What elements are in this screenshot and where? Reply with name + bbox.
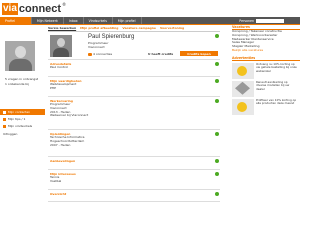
avatar-head (15, 46, 26, 58)
main-content: Versie bewerken Mijn profiel afbeelding … (48, 25, 220, 240)
sidebar-item-label: Mijn vindsurkels (8, 124, 33, 128)
section-line: 2007 - Heden (50, 142, 71, 147)
discount-badge-icon (232, 98, 254, 115)
section-title: Aanbevelingen (50, 159, 76, 163)
check-icon[interactable] (215, 99, 219, 103)
nav-tab-inbox[interactable]: Inbox (64, 17, 84, 24)
check-icon[interactable] (215, 79, 219, 83)
check-icon[interactable] (215, 172, 219, 176)
section-interesses: Mijn interesses Tennis Voetbal (48, 170, 220, 190)
sidebar-item-label: Uitloggen (3, 132, 18, 136)
check-icon[interactable] (215, 192, 219, 196)
subtab-vacature[interactable]: Vacature campagne (122, 26, 156, 30)
stat-onbekende[interactable]: 1 onbekende bij (5, 82, 29, 86)
profile-subtabs: Versie bewerken Mijn profiel afbeelding … (48, 25, 220, 32)
avatar-shoulders (9, 59, 32, 71)
sidebar-item-tips[interactable]: Mijn tips / 1 (0, 116, 45, 122)
sidebar-item-uitloggen[interactable]: Uitloggen (0, 131, 45, 137)
advertenties-heading: Advertenties (232, 56, 300, 61)
buy-credits-button[interactable]: Credits kopen (180, 51, 218, 56)
section-adresdetails: Adresdetails Paul Control (48, 60, 220, 77)
nav-tab-netwerk[interactable]: Mijn Netwerk (32, 17, 64, 24)
section-opleidingen: Opleidingen Technische Informatica Hoges… (48, 130, 220, 157)
search-label: Personen (239, 18, 254, 23)
ad-2[interactable]: Renault aanbieding op diverse modellen b… (232, 79, 300, 97)
nav-tab-mijn-profiel[interactable]: Mijn profiel (113, 17, 142, 24)
profile-photo-head (57, 38, 65, 47)
nav-tab-vindsurkels[interactable]: Vindsurkels (84, 17, 113, 24)
contacts-count: 4 connecties (93, 52, 113, 56)
ad-text: Ontvang nu 10% korting op uw gehele best… (256, 61, 297, 73)
viaconnect-logo[interactable]: via connect ® (2, 2, 66, 15)
ad-text: Profiteer van 10% korting op alle produc… (256, 97, 297, 106)
subtab-afbeelding[interactable]: Mijn profiel afbeelding (80, 26, 118, 30)
sidebar-item-vindsurkels[interactable]: Mijn vindsurkels (0, 123, 45, 129)
section-line: PHP (50, 85, 56, 90)
profile-summary: Paul Spierenburg Programmeur Viaconnect … (48, 32, 220, 60)
section-werkervaring: Werkervaring Programmeur Viaconnect 2013… (48, 97, 220, 130)
sidebar-item-label: Mijn contacten (8, 110, 31, 114)
renault-logo-icon (232, 80, 254, 97)
search-input[interactable] (256, 18, 284, 23)
subtab-versie[interactable]: Versie bewerken (48, 26, 76, 30)
section-line: Voetbal (50, 178, 62, 183)
main-nav: Profiel Mijn Netwerk Inbox Vindsurkels M… (0, 17, 300, 24)
people-icon (88, 52, 92, 56)
header: via connect ® (0, 0, 300, 17)
sidebar-item-label: Mijn tips / 1 (8, 117, 26, 121)
avatar[interactable] (5, 41, 35, 71)
ad-text: Renault aanbieding op diverse modellen b… (256, 79, 290, 91)
profile-contacts[interactable]: 4 connecties (88, 52, 112, 56)
profile-name: Paul Spierenburg (88, 34, 135, 40)
check-icon[interactable] (215, 159, 219, 163)
subtab-voorvertoning[interactable]: Voorvertoning (160, 26, 184, 30)
section-line: Paul Control (50, 65, 69, 69)
section-title: Overzicht (50, 192, 67, 196)
right-sidebar: Vacatures Oorsprong / Tekenaar construct… (232, 25, 300, 240)
section-overzicht: Overzicht (48, 190, 220, 202)
nav-search: Personen (239, 17, 300, 24)
profile-photo-shoulders (53, 48, 69, 57)
check-icon[interactable] (215, 132, 219, 136)
sidebar-item-contacten[interactable]: Mijn contacten (0, 109, 45, 115)
edit-profile-icon[interactable] (215, 34, 219, 38)
stat-vragen[interactable]: 5 vragen in ontvangst (5, 77, 38, 81)
profile-photo[interactable] (50, 35, 72, 57)
credit-text: U heeft credits (148, 52, 174, 56)
vindsurkels-icon (3, 124, 6, 128)
contacten-icon (3, 110, 6, 114)
profile-company: Viaconnect (88, 45, 105, 49)
left-sidebar: 5 vragen in ontvangst 1 onbekende bij Mi… (0, 25, 45, 240)
section-aanbevelingen: Aanbevelingen (48, 157, 220, 170)
logo-connect: connect (18, 2, 62, 15)
logo-trademark: ® (62, 2, 67, 7)
nav-tab-profiel[interactable]: Profiel (0, 17, 32, 24)
ad-3[interactable]: Profiteer van 10% korting op alle produc… (232, 97, 300, 115)
discount-badge-icon (232, 62, 254, 79)
section-vaardigheden: Mijn vaardigheden Webdevelopment PHP (48, 77, 220, 97)
ad-1[interactable]: Ontvang nu 10% korting op uw gehele best… (232, 61, 300, 79)
check-icon[interactable] (215, 62, 219, 66)
section-line: Webserver bij Viaconnect (50, 113, 89, 118)
tips-icon (3, 117, 6, 121)
logo-via: via (2, 2, 18, 15)
